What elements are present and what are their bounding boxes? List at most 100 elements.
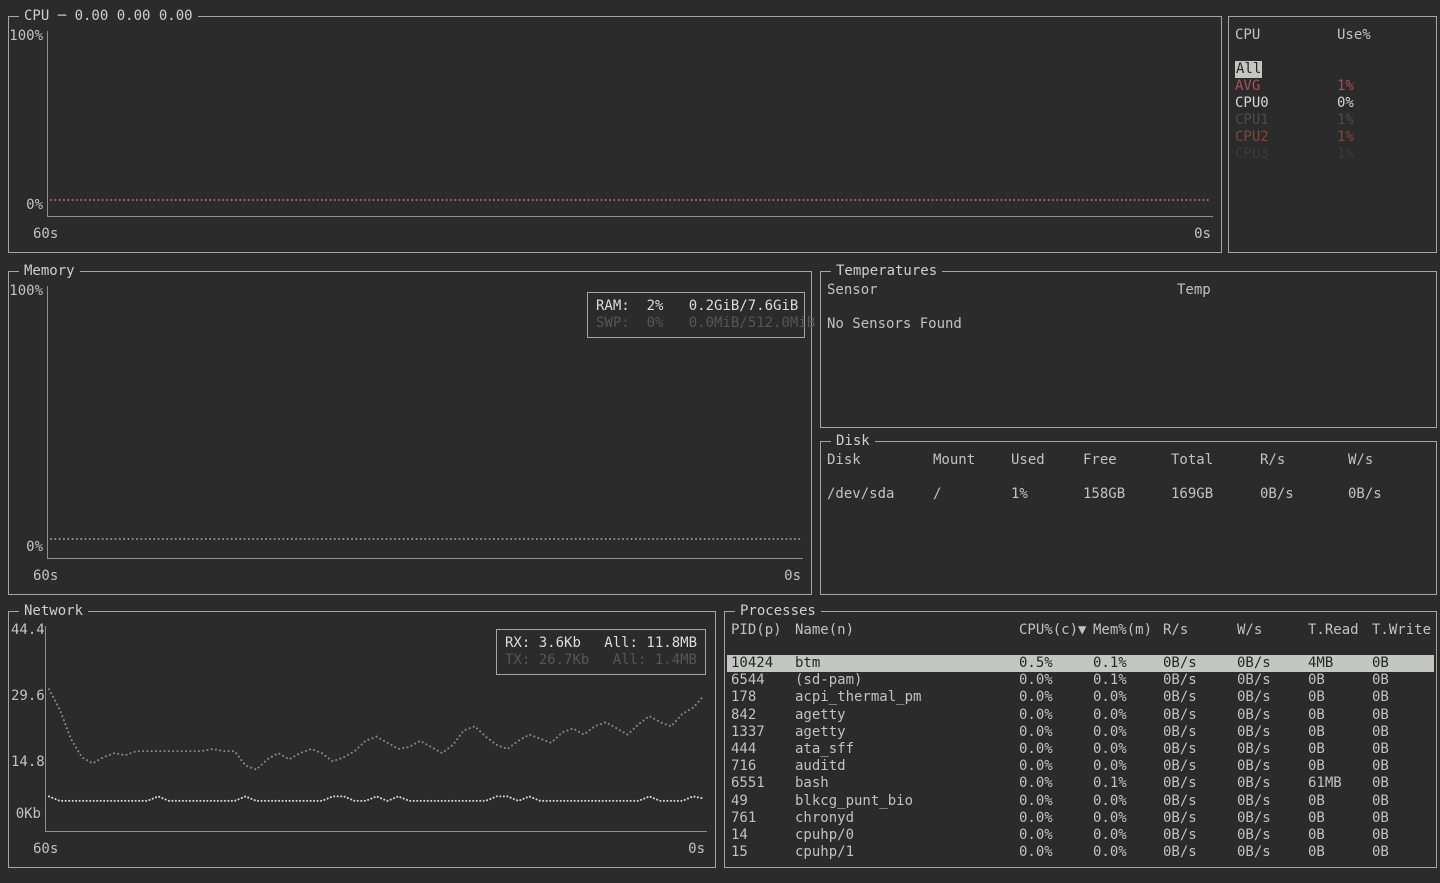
cpu-legend-row-cpu2[interactable]: CPU21% xyxy=(1231,129,1434,146)
process-cell: 0B xyxy=(1308,793,1372,810)
cpu-panel[interactable]: CPU ─ 0.00 0.00 0.00 100% 0% 60s 0s xyxy=(8,16,1222,253)
process-cell: 0B xyxy=(1308,689,1372,706)
disk-header-cell[interactable]: Used xyxy=(1011,452,1083,469)
process-cell: cpuhp/1 xyxy=(795,844,1019,861)
disk-cell: 158GB xyxy=(1083,486,1171,503)
disk-header-row[interactable]: DiskMountUsedFreeTotalR/sW/s xyxy=(823,452,1434,469)
process-cell: 0.0% xyxy=(1019,689,1093,706)
process-row[interactable]: 10424btm0.5%0.1%0B/s0B/s4MB0B xyxy=(727,655,1434,672)
disk-header-cell[interactable]: Disk xyxy=(827,452,933,469)
tx-value: 26.7Kb xyxy=(539,652,590,668)
process-header-cell[interactable]: CPU%(c)▼ xyxy=(1019,622,1093,639)
process-cell: 0B/s xyxy=(1237,655,1308,672)
disk-header-cell[interactable]: R/s xyxy=(1260,452,1348,469)
btm-system-monitor: CPU ─ 0.00 0.00 0.00 100% 0% 60s 0s CPU … xyxy=(0,0,1440,883)
disk-row[interactable]: /dev/sda/1%158GB169GB0B/s0B/s xyxy=(823,486,1434,503)
process-cell: 0.0% xyxy=(1093,844,1163,861)
process-cell: 10424 xyxy=(731,655,795,672)
cpu-legend-panel[interactable]: CPU Use% AllAVG1%CPU00%CPU11%CPU21%CPU31… xyxy=(1228,16,1437,253)
disk-header-cell[interactable]: W/s xyxy=(1348,452,1434,469)
process-cell: 14 xyxy=(731,827,795,844)
network-panel[interactable]: Network 44.4 29.6 14.8 0Kb 60s 0s RX: 3.… xyxy=(8,611,716,868)
process-cell: 0.0% xyxy=(1019,775,1093,792)
process-cell: 0B xyxy=(1372,793,1434,810)
network-ytick-14: 14.8 xyxy=(11,754,41,771)
network-panel-title: Network xyxy=(19,603,88,620)
process-cell: 0B/s xyxy=(1163,793,1237,810)
process-cell: 0B xyxy=(1308,810,1372,827)
cpu-legend-row-cpu1[interactable]: CPU11% xyxy=(1231,112,1434,129)
process-row[interactable]: 842agetty0.0%0.0%0B/s0B/s0B0B xyxy=(727,707,1434,724)
network-ytick-29: 29.6 xyxy=(11,688,41,705)
process-row[interactable]: 49blkcg_punt_bio0.0%0.0%0B/s0B/s0B0B xyxy=(727,793,1434,810)
cpu-chart-plot xyxy=(47,31,1213,217)
network-x-left-label: 60s xyxy=(33,841,58,858)
process-header-cell[interactable]: Name(n) xyxy=(795,622,1019,639)
disk-panel-title: Disk xyxy=(831,433,875,450)
process-cell: 0B xyxy=(1372,775,1434,792)
process-cell: 49 xyxy=(731,793,795,810)
temp-col-sensor: Sensor xyxy=(827,282,1177,299)
cpu-legend-row-cpu0[interactable]: CPU00% xyxy=(1231,95,1434,112)
process-header-cell[interactable]: R/s xyxy=(1163,622,1237,639)
process-cell: 0B xyxy=(1372,810,1434,827)
cpu-legend-row-avg[interactable]: AVG1% xyxy=(1231,78,1434,95)
processes-panel[interactable]: Processes PID(p)Name(n)CPU%(c)▼Mem%(m)R/… xyxy=(724,611,1437,868)
process-cell: 0.0% xyxy=(1093,793,1163,810)
process-cell: 0B xyxy=(1372,707,1434,724)
cpu-x-right-label: 0s xyxy=(1194,226,1211,243)
disk-header-cell[interactable]: Total xyxy=(1171,452,1260,469)
process-header-cell[interactable]: Mem%(m) xyxy=(1093,622,1163,639)
process-cell: 0B/s xyxy=(1237,689,1308,706)
memory-x-left-label: 60s xyxy=(33,568,58,585)
process-cell: 0.1% xyxy=(1093,775,1163,792)
rx-label: RX: xyxy=(505,635,530,651)
disk-panel[interactable]: Disk DiskMountUsedFreeTotalR/sW/s /dev/s… xyxy=(820,441,1437,595)
process-header-cell[interactable]: PID(p) xyxy=(731,622,795,639)
process-cell: 0B/s xyxy=(1163,758,1237,775)
process-header-row[interactable]: PID(p)Name(n)CPU%(c)▼Mem%(m)R/sW/sT.Read… xyxy=(727,622,1434,639)
process-cell: 0B xyxy=(1308,724,1372,741)
process-row[interactable]: 716auditd0.0%0.0%0B/s0B/s0B0B xyxy=(727,758,1434,775)
process-cell: 0B/s xyxy=(1237,810,1308,827)
process-cell: 0.0% xyxy=(1093,810,1163,827)
cpu-legend-label: CPU1 xyxy=(1235,112,1337,129)
process-row[interactable]: 444ata_sff0.0%0.0%0B/s0B/s0B0B xyxy=(727,741,1434,758)
process-header-cell[interactable]: T.Write xyxy=(1372,622,1434,639)
cpu-legend-row-cpu3[interactable]: CPU31% xyxy=(1231,146,1434,163)
disk-header-cell[interactable]: Free xyxy=(1083,452,1171,469)
process-header-cell[interactable]: T.Read xyxy=(1308,622,1372,639)
process-cell: 0B/s xyxy=(1163,672,1237,689)
process-cell: agetty xyxy=(795,707,1019,724)
disk-header-cell[interactable]: Mount xyxy=(933,452,1011,469)
process-row[interactable]: 6544(sd-pam)0.0%0.1%0B/s0B/s0B0B xyxy=(727,672,1434,689)
cpu-legend-row-all[interactable]: All xyxy=(1231,61,1434,78)
process-header-cell[interactable]: W/s xyxy=(1237,622,1308,639)
process-cell: chronyd xyxy=(795,810,1019,827)
process-cell: btm xyxy=(795,655,1019,672)
disk-cell: 0B/s xyxy=(1260,486,1348,503)
process-cell: 0B xyxy=(1308,844,1372,861)
process-row[interactable]: 1337agetty0.0%0.0%0B/s0B/s0B0B xyxy=(727,724,1434,741)
process-row[interactable]: 14cpuhp/00.0%0.0%0B/s0B/s0B0B xyxy=(727,827,1434,844)
process-cell: 0B xyxy=(1308,741,1372,758)
process-cell: 6544 xyxy=(731,672,795,689)
process-row[interactable]: 15cpuhp/10.0%0.0%0B/s0B/s0B0B xyxy=(727,844,1434,861)
temperatures-panel[interactable]: Temperatures Sensor Temp No Sensors Foun… xyxy=(820,271,1437,428)
process-row[interactable]: 761chronyd0.0%0.0%0B/s0B/s0B0B xyxy=(727,810,1434,827)
memory-panel[interactable]: Memory 100% 0% 60s 0s RAM: 2% 0.2GiB/7.6… xyxy=(8,271,812,595)
cpu-legend-label: All xyxy=(1235,61,1337,78)
temperatures-empty-text: No Sensors Found xyxy=(823,316,1434,333)
process-row[interactable]: 178acpi_thermal_pm0.0%0.0%0B/s0B/s0B0B xyxy=(727,689,1434,706)
process-cell: 0B xyxy=(1372,844,1434,861)
memory-y-min-label: 0% xyxy=(9,539,43,556)
cpu-legend-label: CPU2 xyxy=(1235,129,1337,146)
process-cell: 0.0% xyxy=(1019,827,1093,844)
process-cell: 0.0% xyxy=(1019,724,1093,741)
process-cell: blkcg_punt_bio xyxy=(795,793,1019,810)
process-row[interactable]: 6551bash0.0%0.1%0B/s0B/s61MB0B xyxy=(727,775,1434,792)
process-cell: 0B/s xyxy=(1237,827,1308,844)
temperatures-header: Sensor Temp xyxy=(823,282,1434,299)
ram-label: RAM: xyxy=(596,298,630,315)
process-cell: 0B xyxy=(1372,689,1434,706)
